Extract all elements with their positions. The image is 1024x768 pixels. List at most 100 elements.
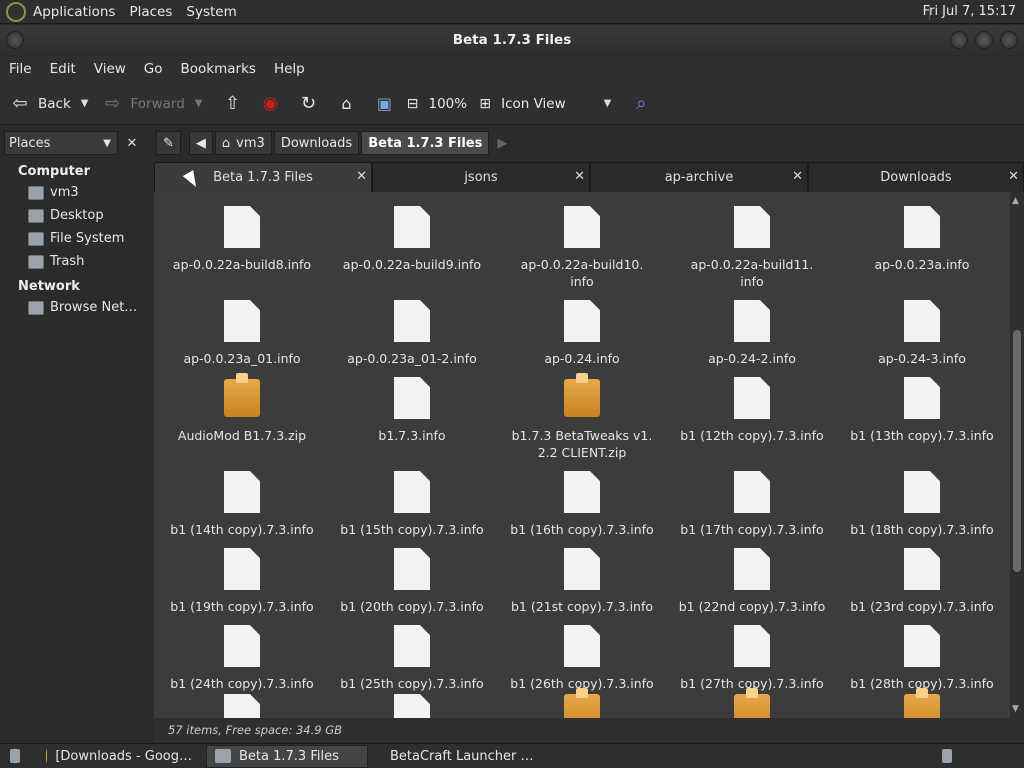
zoom-out-button[interactable]: ⊟ <box>400 92 424 116</box>
file-name: ap-0.24-3.info <box>878 351 966 366</box>
file-item[interactable]: b1 (23rd copy).7.3.info <box>837 542 1007 615</box>
archive-icon[interactable] <box>564 688 600 718</box>
file-item[interactable]: ap-0.0.22a-build9.info <box>327 200 497 273</box>
scrollbar-thumb[interactable] <box>1013 330 1021 572</box>
archive-icon[interactable] <box>734 688 770 718</box>
file-item[interactable]: b1.7.3.info <box>327 371 497 444</box>
close-button[interactable] <box>1000 31 1018 49</box>
close-icon[interactable]: ✕ <box>792 169 803 184</box>
file-item[interactable]: b1 (28th copy).7.3.info <box>837 619 1007 692</box>
menu-go[interactable]: Go <box>135 61 172 77</box>
file-item[interactable]: b1 (22nd copy).7.3.info <box>667 542 837 615</box>
file-item[interactable]: b1 (27th copy).7.3.info <box>667 619 837 692</box>
file-item[interactable]: b1 (19th copy).7.3.info <box>157 542 327 615</box>
clock[interactable]: Fri Jul 7, 15:17 <box>923 4 1016 19</box>
close-icon[interactable]: ✕ <box>574 169 585 184</box>
sidebar-close-button[interactable]: ✕ <box>122 131 142 155</box>
file-item[interactable]: b1 (26th copy).7.3.info <box>497 619 667 692</box>
menu-system[interactable]: System <box>179 4 243 20</box>
file-item[interactable]: ap-0.0.22a-build11. info <box>667 200 837 290</box>
file-item[interactable]: AudioMod B1.7.3.zip <box>157 371 327 444</box>
maximize-button[interactable] <box>975 31 993 49</box>
path-scroll-left-button[interactable]: ◀ <box>188 131 213 155</box>
file-view[interactable]: ap-0.0.22a-build8.info ap-0.0.22a-build9.… <box>154 192 1010 718</box>
scroll-up-icon[interactable]: ▲ <box>1012 196 1019 206</box>
path-vm3[interactable]: ⌂ vm3 <box>214 131 272 155</box>
document-icon <box>904 300 940 342</box>
up-button[interactable]: ⇧ <box>220 92 244 116</box>
file-item[interactable]: b1 (13th copy).7.3.info <box>837 371 1007 444</box>
show-desktop-button[interactable] <box>6 745 32 768</box>
window-titlebar[interactable]: Beta 1.7.3 Files <box>0 25 1024 55</box>
file-item[interactable]: b1 (21st copy).7.3.info <box>497 542 667 615</box>
file-item[interactable]: ap-0.24.info <box>497 294 667 367</box>
sidebar-item-trash[interactable]: Trash <box>0 250 148 273</box>
sidebar-item-desktop[interactable]: Desktop <box>0 204 148 227</box>
close-icon[interactable]: ✕ <box>1008 169 1019 184</box>
home-button[interactable]: ⌂ <box>334 92 358 116</box>
menu-help[interactable]: Help <box>265 61 314 77</box>
window-menu-icon[interactable] <box>6 31 24 49</box>
pencil-icon: ✎ <box>163 135 174 151</box>
file-item[interactable]: ap-0.0.23a.info <box>837 200 1007 273</box>
document-icon[interactable] <box>224 694 260 718</box>
workspace-switcher[interactable] <box>936 745 966 768</box>
file-item[interactable]: ap-0.24-3.info <box>837 294 1007 367</box>
sidebar-item-file-system[interactable]: File System <box>0 227 148 250</box>
tab-ap-archive[interactable]: ap-archive ✕ <box>590 162 808 192</box>
file-item[interactable]: ap-0.24-2.info <box>667 294 837 367</box>
tab-jsons[interactable]: jsons ✕ <box>372 162 590 192</box>
file-item[interactable]: b1 (25th copy).7.3.info <box>327 619 497 692</box>
document-icon[interactable] <box>394 694 430 718</box>
task-file-manager[interactable]: Beta 1.7.3 Files <box>206 744 368 768</box>
file-item[interactable]: b1 (17th copy).7.3.info <box>667 465 837 538</box>
file-item[interactable]: b1 (18th copy).7.3.info <box>837 465 1007 538</box>
scroll-down-icon[interactable]: ▼ <box>1012 704 1019 714</box>
menu-edit[interactable]: Edit <box>41 61 85 77</box>
search-button[interactable]: ⌕ <box>629 92 653 116</box>
path-downloads[interactable]: Downloads <box>273 131 360 155</box>
file-item[interactable]: b1 (24th copy).7.3.info <box>157 619 327 692</box>
menu-places[interactable]: Places <box>122 4 179 20</box>
minimize-button[interactable] <box>950 31 968 49</box>
path-scroll-right-button[interactable]: ▶ <box>491 131 513 155</box>
file-item[interactable]: b1 (16th copy).7.3.info <box>497 465 667 538</box>
menu-applications[interactable]: Applications <box>26 4 122 20</box>
file-name: ap-0.0.23a_01.info <box>183 351 301 366</box>
distro-logo-icon[interactable] <box>6 1 26 22</box>
sidebar-item-vm3[interactable]: vm3 <box>0 181 148 204</box>
document-icon <box>224 625 260 667</box>
file-item[interactable]: ap-0.0.23a_01-2.info <box>327 294 497 367</box>
edit-location-button[interactable]: ✎ <box>156 131 181 155</box>
chevron-down-icon[interactable]: ▼ <box>81 98 89 109</box>
file-item[interactable]: b1 (15th copy).7.3.info <box>327 465 497 538</box>
file-item[interactable]: ap-0.0.22a-build10. info <box>497 200 667 290</box>
zoom-in-button[interactable]: ⊞ <box>473 92 497 116</box>
menu-file[interactable]: File <box>0 61 41 77</box>
task-betacraft[interactable]: BetaCraft Launcher … <box>374 745 536 768</box>
forward-button[interactable]: ⇨ Forward ▼ <box>100 92 203 116</box>
stop-button[interactable]: ◉ <box>258 92 282 116</box>
reload-button[interactable]: ↻ <box>296 92 320 116</box>
menu-bookmarks[interactable]: Bookmarks <box>172 61 265 77</box>
file-item[interactable]: b1 (14th copy).7.3.info <box>157 465 327 538</box>
file-item[interactable]: b1 (12th copy).7.3.info <box>667 371 837 444</box>
file-item[interactable]: b1 (20th copy).7.3.info <box>327 542 497 615</box>
file-item[interactable]: ap-0.0.23a_01.info <box>157 294 327 367</box>
sidebar-item-browse-network[interactable]: Browse Net… <box>0 296 148 319</box>
sidebar-selector[interactable]: Places ▼ <box>4 131 118 155</box>
document-icon <box>904 471 940 513</box>
file-item[interactable]: ap-0.0.22a-build8.info <box>157 200 327 273</box>
view-mode-select[interactable]: Icon View ▼ <box>501 96 611 112</box>
menu-view[interactable]: View <box>85 61 135 77</box>
vertical-scrollbar[interactable]: ▲ ▼ <box>1010 192 1024 718</box>
archive-icon[interactable] <box>904 688 940 718</box>
chevron-down-icon[interactable]: ▼ <box>195 98 203 109</box>
back-button[interactable]: ⇦ Back ▼ <box>8 92 88 116</box>
path-beta-files[interactable]: Beta 1.7.3 Files <box>361 131 490 155</box>
task-browser[interactable]: [Downloads - Goog… <box>38 745 200 768</box>
file-item[interactable]: b1.7.3 BetaTweaks v1. 2.2 CLIENT.zip <box>497 371 667 461</box>
close-icon[interactable]: ✕ <box>356 169 367 184</box>
tab-downloads[interactable]: Downloads ✕ <box>808 162 1024 192</box>
computer-button[interactable]: ▣ <box>372 92 396 116</box>
